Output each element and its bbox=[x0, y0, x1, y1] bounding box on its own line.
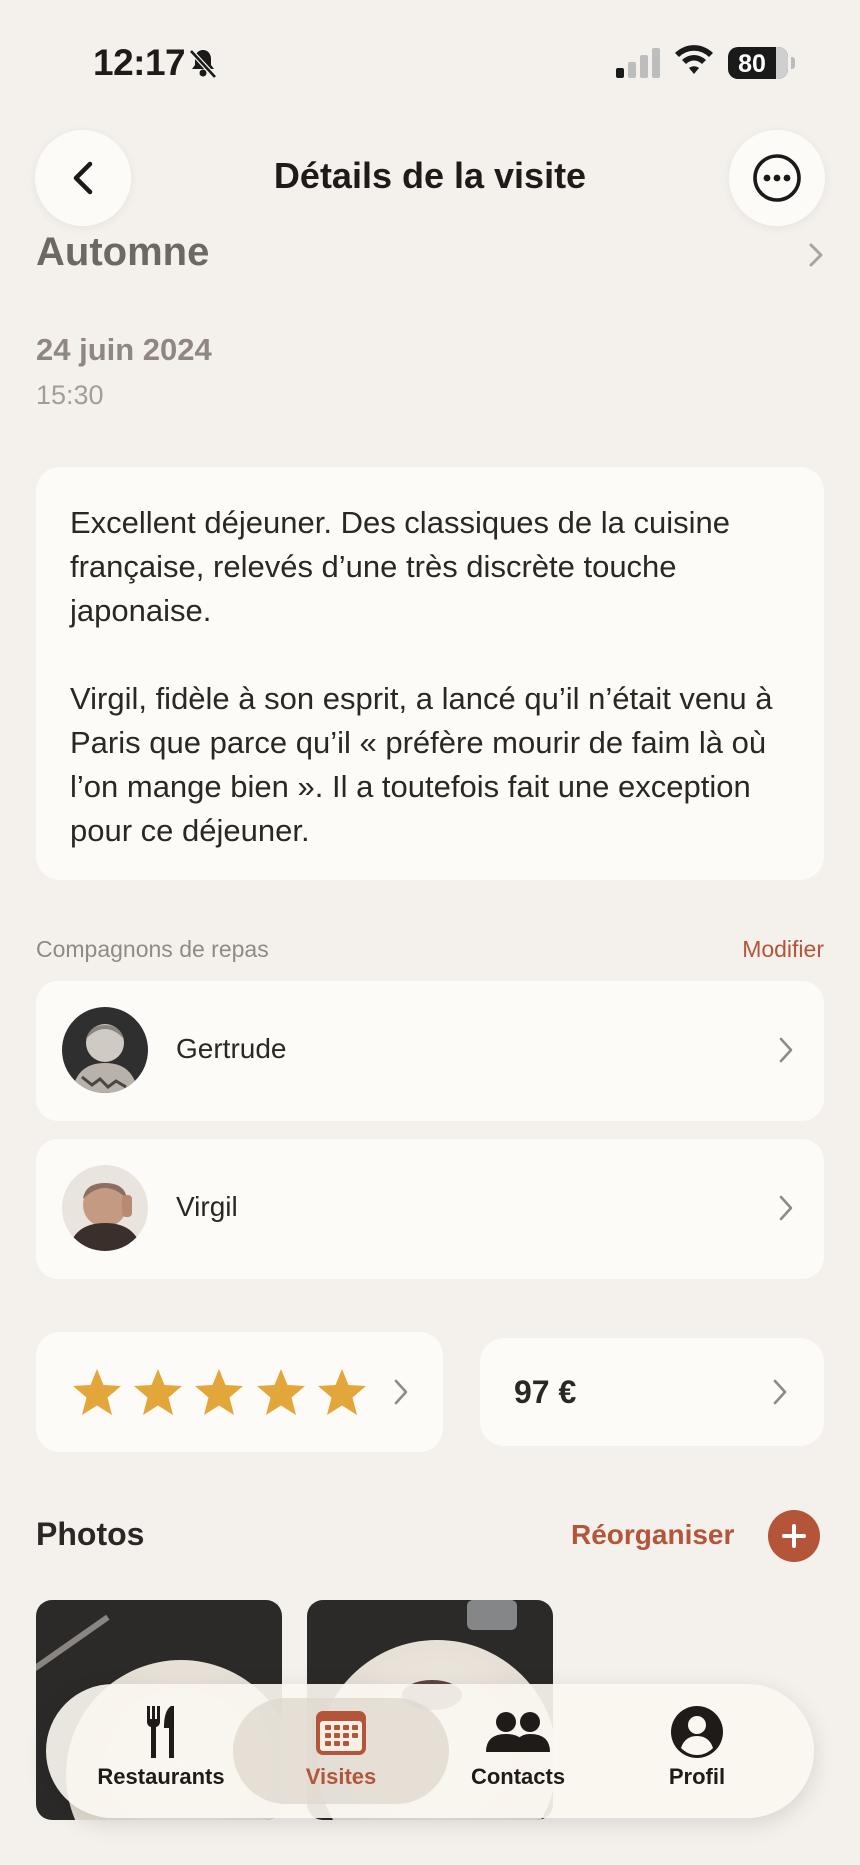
chevron-right-icon bbox=[394, 1379, 408, 1405]
price-value: 97 € bbox=[514, 1374, 577, 1410]
tab-profil[interactable]: Profil bbox=[612, 1704, 782, 1804]
rating-card[interactable] bbox=[36, 1332, 443, 1452]
chevron-right-icon bbox=[779, 1195, 793, 1221]
tab-bar: Restaurants Visites Contacts Profil bbox=[46, 1684, 814, 1818]
tab-contacts[interactable]: Contacts bbox=[433, 1704, 603, 1804]
ellipsis-circle-icon bbox=[753, 154, 801, 202]
companions-section-label: Compagnons de repas bbox=[36, 936, 269, 962]
wifi-icon bbox=[675, 45, 713, 74]
companion-row-virgil[interactable]: Virgil bbox=[36, 1139, 824, 1279]
visit-date: 24 juin 2024 bbox=[36, 332, 212, 367]
visit-note-card[interactable]: Excellent déjeuner. Des classiques de la… bbox=[36, 467, 824, 880]
people-icon bbox=[486, 1712, 550, 1752]
star-icon bbox=[195, 1369, 243, 1415]
restaurant-name[interactable]: Automne bbox=[36, 230, 209, 275]
person-circle-icon bbox=[671, 1706, 723, 1758]
star-icon bbox=[73, 1369, 121, 1415]
companion-name: Virgil bbox=[176, 1191, 238, 1222]
status-bar: 12:17 80 bbox=[0, 0, 860, 110]
calendar-icon bbox=[316, 1711, 366, 1755]
note-paragraph: Excellent déjeuner. Des classiques de la… bbox=[70, 505, 730, 628]
companion-name: Gertrude bbox=[176, 1033, 287, 1064]
bell-slash-icon bbox=[189, 49, 217, 79]
tab-restaurants[interactable]: Restaurants bbox=[76, 1704, 246, 1804]
edit-companions-button[interactable]: Modifier bbox=[742, 936, 824, 963]
battery-icon: 80 bbox=[728, 47, 795, 79]
star-icon bbox=[134, 1369, 182, 1415]
avatar bbox=[62, 1007, 148, 1093]
chevron-right-icon[interactable] bbox=[806, 240, 826, 270]
tab-label: Profil bbox=[668, 1764, 726, 1789]
tab-label: Visites bbox=[305, 1764, 377, 1789]
battery-level: 80 bbox=[738, 50, 766, 78]
reorganize-photos-button[interactable]: Réorganiser bbox=[571, 1519, 734, 1551]
tab-label: Contacts bbox=[470, 1764, 566, 1789]
star-icon bbox=[318, 1369, 366, 1415]
chevron-right-icon bbox=[773, 1379, 787, 1405]
star-icon bbox=[257, 1369, 305, 1415]
companion-row-gertrude[interactable]: Gertrude bbox=[36, 981, 824, 1121]
more-options-button[interactable] bbox=[729, 130, 825, 226]
note-paragraph: Virgil, fidèle à son esprit, a lancé qu’… bbox=[70, 681, 773, 848]
chevron-right-icon bbox=[779, 1037, 793, 1063]
avatar bbox=[62, 1165, 148, 1251]
photos-section-title: Photos bbox=[36, 1516, 145, 1552]
visit-time: 15:30 bbox=[36, 380, 104, 410]
tab-visites[interactable]: Visites bbox=[256, 1704, 426, 1804]
tab-label: Restaurants bbox=[97, 1764, 225, 1789]
status-time: 12:17 bbox=[93, 42, 186, 83]
price-card[interactable]: 97 € bbox=[480, 1338, 824, 1446]
fork-knife-icon bbox=[146, 1706, 174, 1758]
add-photo-button[interactable] bbox=[768, 1510, 820, 1562]
cellular-signal-icon bbox=[616, 48, 660, 78]
